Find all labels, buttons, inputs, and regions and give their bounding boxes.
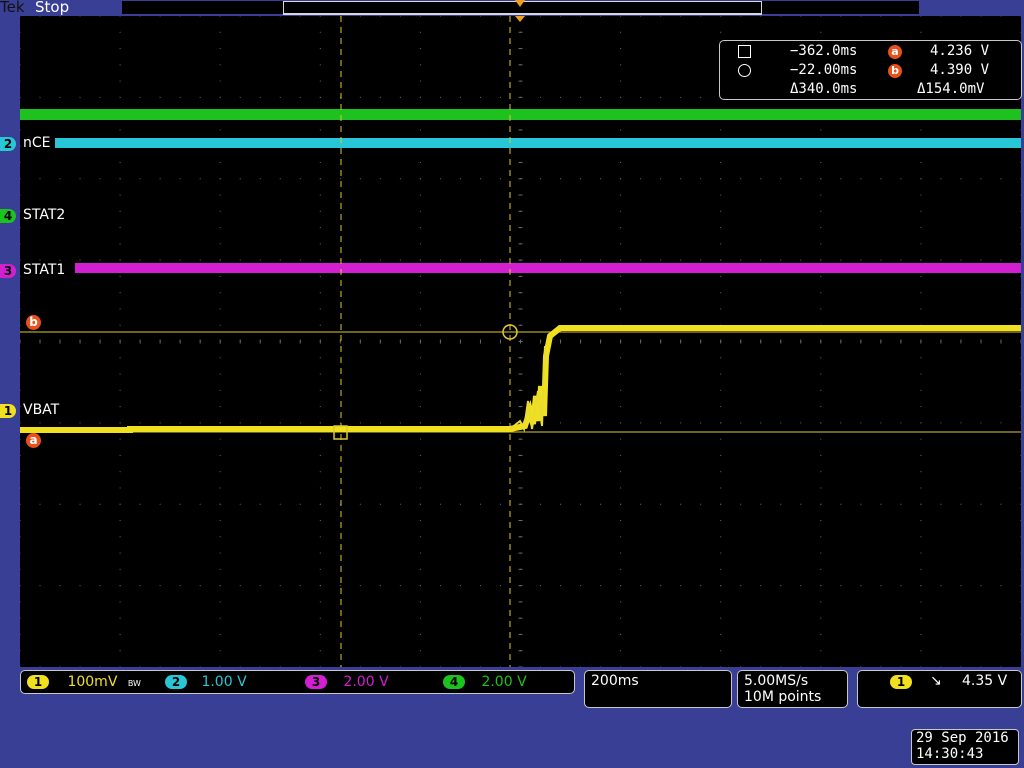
ch2-setting[interactable]: 2 1.00 V <box>165 674 247 690</box>
ch2-marker[interactable]: 2 <box>0 137 16 151</box>
ch3-trace <box>75 263 1021 273</box>
cursor1-time: −362.0ms <box>790 43 858 59</box>
circle-cursor-icon <box>738 63 751 77</box>
ch4-marker[interactable]: 4 <box>0 209 16 223</box>
badge-b: b <box>888 64 902 78</box>
ch3-marker[interactable]: 3 <box>0 264 16 278</box>
top-status-bar: Tek Stop <box>0 0 1024 16</box>
delta-volt: Δ154.0mV <box>917 81 985 97</box>
trigger-level: 4.35 V <box>962 673 1008 689</box>
horizontal-scale-box[interactable]: 200ms <box>584 670 732 708</box>
trigger-time-icon <box>515 16 525 22</box>
acquisition-box[interactable]: 5.00MS/s 10M points <box>737 670 848 708</box>
ch1-marker[interactable]: 1 <box>0 404 16 418</box>
acquisition-status: Stop <box>35 0 70 16</box>
ch4-setting[interactable]: 4 2.00 V <box>443 674 527 690</box>
square-cursor-icon <box>738 44 751 58</box>
record-length: 10M points <box>744 689 822 705</box>
graticule <box>20 16 1021 667</box>
trigger-position-icon[interactable] <box>515 0 525 7</box>
ch4-label: STAT2 <box>23 207 66 223</box>
trigger-slope-icon: ↘ <box>930 673 942 689</box>
waveform-display[interactable]: nCE STAT2 STAT1 VBAT <box>20 16 1021 667</box>
ch2-trace <box>55 138 1021 148</box>
ch1-label: VBAT <box>23 402 60 418</box>
trigger-box[interactable]: 1 ↘ 4.35 V <box>857 670 1022 708</box>
cursor2-time: −22.00ms <box>790 62 858 78</box>
badge-a: a <box>888 45 902 59</box>
trigger-source: 1 <box>890 675 912 689</box>
cursor-readout: −362.0ms a 4.236 V −22.00ms b 4.390 V Δ3… <box>719 40 1022 100</box>
bandwidth-limit-icon: BW <box>127 679 141 688</box>
ch1-setting[interactable]: 1 100mV BW <box>27 674 141 690</box>
cursor-a-volt: 4.236 V <box>930 43 990 59</box>
sample-rate: 5.00MS/s <box>744 673 809 689</box>
cursor-a-marker[interactable]: a <box>26 433 41 448</box>
ch3-label: STAT1 <box>22 262 67 278</box>
time-per-div: 200ms <box>591 673 639 689</box>
ch4-trace <box>20 109 1021 120</box>
date-text: 29 Sep 2016 <box>916 730 1009 746</box>
vertical-settings-panel[interactable]: 1 100mV BW 2 1.00 V 3 2.00 V 4 2.00 V <box>20 670 575 694</box>
ch3-setting[interactable]: 3 2.00 V <box>305 674 389 690</box>
delta-time: Δ340.0ms <box>790 81 858 97</box>
cursor-b-marker[interactable]: b <box>26 315 41 330</box>
ch2-label: nCE <box>22 135 52 151</box>
cursor-b-volt: 4.390 V <box>930 62 990 78</box>
brand-logo: Tek <box>0 0 25 16</box>
time-text: 14:30:43 <box>916 746 984 762</box>
date-time-box: 29 Sep 2016 14:30:43 <box>911 729 1019 765</box>
